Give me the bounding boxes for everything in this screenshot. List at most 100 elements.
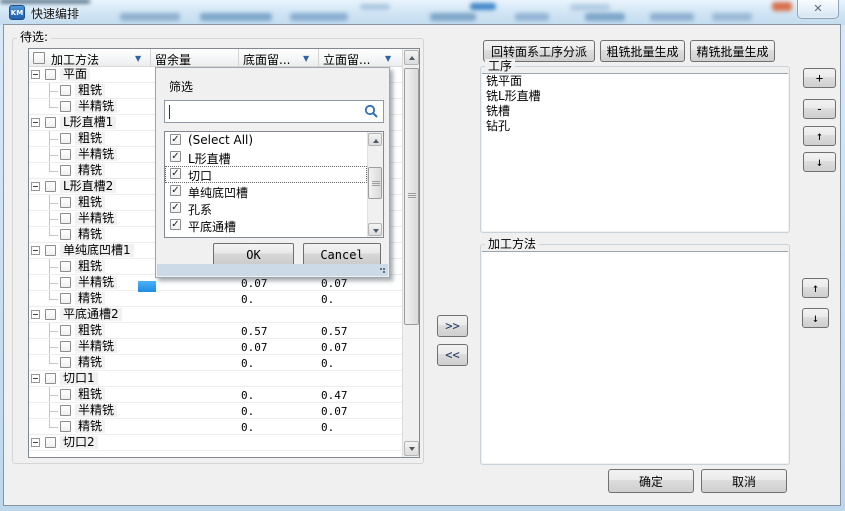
scroll-up-icon[interactable] (404, 50, 419, 65)
collapse-icon[interactable] (31, 70, 40, 79)
ok-button[interactable]: 确定 (608, 469, 694, 493)
method-checkbox[interactable] (60, 213, 71, 224)
collapse-icon[interactable] (31, 438, 40, 447)
collapse-icon[interactable] (31, 310, 40, 319)
filter-search-box[interactable] (164, 100, 384, 123)
method-checkbox[interactable] (60, 325, 71, 336)
method-checkbox[interactable] (60, 85, 71, 96)
method-checkbox[interactable] (60, 293, 71, 304)
filter-checkbox[interactable]: ✓ (170, 168, 181, 179)
feature-checkbox[interactable] (45, 437, 56, 448)
tree-row-method[interactable]: 精铣 0. 0. (29, 419, 403, 435)
move-right-button[interactable]: >> (437, 315, 468, 337)
filter-checkbox[interactable]: ✓ (170, 202, 181, 213)
tree-row-method[interactable]: 粗铣 0.57 0.57 (29, 323, 403, 339)
method-checkbox[interactable] (60, 229, 71, 240)
method-group-label: 加工方法 (485, 237, 539, 251)
filter-checkbox[interactable]: ✓ (170, 151, 181, 162)
feature-checkbox[interactable] (45, 181, 56, 192)
feature-checkbox[interactable] (45, 245, 56, 256)
collapse-icon[interactable] (31, 182, 40, 191)
method-checkbox[interactable] (60, 389, 71, 400)
tree-row-method[interactable]: 精铣 0. 0. (29, 355, 403, 371)
method-label: 半精铣 (75, 148, 117, 161)
column-header-method[interactable]: 加工方法 ▼ (29, 49, 151, 67)
method-checkbox[interactable] (60, 341, 71, 352)
rough-mill-batch-button[interactable]: 粗铣批量生成 (600, 40, 685, 62)
method-checkbox[interactable] (60, 101, 71, 112)
method-checkbox[interactable] (60, 133, 71, 144)
cancel-button[interactable]: 取消 (701, 469, 787, 493)
search-icon[interactable] (364, 104, 379, 122)
filter-item[interactable]: ✓ L形直槽 (165, 149, 367, 166)
collapse-icon[interactable] (31, 374, 40, 383)
feature-label: 平底通槽2 (60, 308, 122, 321)
finish-mill-batch-button[interactable]: 精铣批量生成 (690, 40, 775, 62)
tree-row-method[interactable]: 精铣 0. 0. (29, 291, 403, 307)
tree-row-feature[interactable]: 切口2 (29, 435, 403, 451)
select-all-checkbox[interactable] (33, 52, 45, 64)
scrollbar-thumb[interactable] (368, 167, 382, 199)
scroll-up-icon[interactable] (368, 133, 382, 146)
feature-checkbox[interactable] (45, 117, 56, 128)
filter-ok-button[interactable]: OK (213, 243, 294, 266)
filter-item[interactable]: ✓ 切口 (165, 166, 367, 183)
process-item[interactable]: 铣平面 (482, 74, 788, 89)
scroll-down-icon[interactable] (368, 223, 382, 236)
process-item[interactable]: 铣L形直槽 (482, 89, 788, 104)
method-move-up-button[interactable]: ↑ (802, 278, 829, 298)
feature-checkbox[interactable] (45, 373, 56, 384)
column-header-allowance[interactable]: 留余量 (151, 49, 239, 67)
filter-item[interactable]: ✓ 孔系 (165, 200, 367, 217)
move-down-button[interactable]: ↓ (803, 152, 836, 172)
move-left-button[interactable]: << (437, 344, 468, 366)
process-item[interactable]: 钻孔 (482, 119, 788, 134)
scroll-down-icon[interactable] (404, 441, 419, 456)
feature-checkbox[interactable] (45, 309, 56, 320)
filter-list-scrollbar[interactable] (367, 132, 383, 237)
tree-row-feature[interactable]: 平底通槽2 (29, 307, 403, 323)
filter-item[interactable]: ✓ 平底通槽 (165, 217, 367, 234)
remove-button[interactable]: - (803, 99, 836, 119)
filter-checkbox[interactable]: ✓ (170, 219, 181, 230)
window-titlebar[interactable]: KM 快速编排 ✕ (0, 0, 845, 25)
method-checkbox[interactable] (60, 261, 71, 272)
add-button[interactable]: + (803, 68, 836, 88)
method-checkbox[interactable] (60, 357, 71, 368)
collapse-icon[interactable] (31, 118, 40, 127)
filter-checkbox[interactable]: ✓ (170, 134, 181, 145)
filter-checkbox[interactable]: ✓ (170, 185, 181, 196)
filter-search-input[interactable] (168, 103, 358, 120)
tree-row-method[interactable]: 半精铣 0.07 0.07 (29, 339, 403, 355)
close-button[interactable]: ✕ (797, 0, 839, 19)
tree-row-feature[interactable]: 切口1 (29, 371, 403, 387)
method-list[interactable] (482, 251, 788, 463)
collapse-icon[interactable] (31, 246, 40, 255)
process-list[interactable]: 铣平面铣L形直槽铣槽钻孔 (482, 73, 788, 231)
method-move-down-button[interactable]: ↓ (802, 308, 829, 328)
tree-row-method[interactable]: 半精铣 0. 0.07 (29, 403, 403, 419)
method-checkbox[interactable] (60, 277, 71, 288)
method-checkbox[interactable] (60, 149, 71, 160)
method-checkbox[interactable] (60, 197, 71, 208)
move-up-button[interactable]: ↑ (803, 126, 836, 146)
method-checkbox[interactable] (60, 421, 71, 432)
filter-item[interactable]: ✓ 单纯底凹槽 (165, 183, 367, 200)
filter-dropdown-icon[interactable]: ▼ (385, 54, 391, 63)
table-scrollbar[interactable] (402, 49, 419, 457)
feature-checkbox[interactable] (45, 69, 56, 80)
screen: KM 快速编排 ✕ 待选: 加工方法 ▼ 留余量 底面留... ▼ 立面留...… (0, 0, 845, 511)
method-label: 半精铣 (75, 340, 117, 353)
process-item[interactable]: 铣槽 (482, 104, 788, 119)
method-checkbox[interactable] (60, 405, 71, 416)
column-header-side[interactable]: 立面留... ▼ (319, 49, 403, 67)
filter-cancel-button[interactable]: Cancel (303, 243, 381, 266)
method-checkbox[interactable] (60, 165, 71, 176)
filter-item[interactable]: ✓ (Select All) (165, 132, 367, 149)
filter-dropdown-icon[interactable]: ▼ (303, 54, 309, 63)
scrollbar-thumb[interactable] (404, 68, 419, 325)
tree-row-method[interactable]: 粗铣 0. 0.47 (29, 387, 403, 403)
resize-grip-icon[interactable] (379, 267, 386, 274)
filter-dropdown-icon[interactable]: ▼ (135, 54, 141, 63)
column-header-bottom[interactable]: 底面留... ▼ (239, 49, 319, 67)
